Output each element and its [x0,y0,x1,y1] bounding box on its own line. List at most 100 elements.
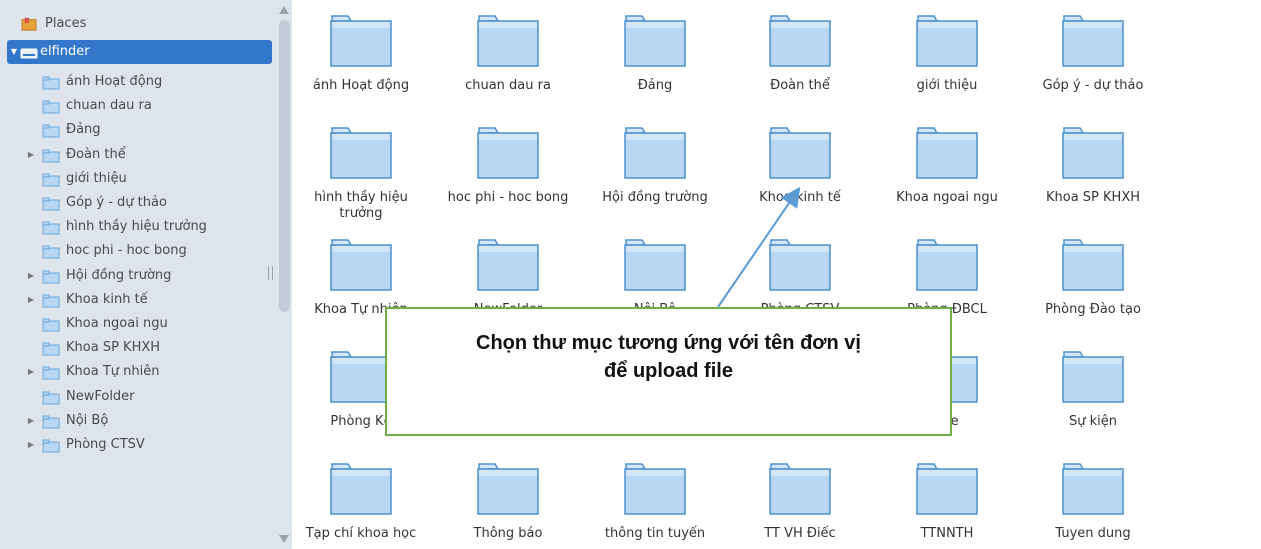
folder-item[interactable]: Tạp chí khoa học [291,463,431,542]
folder-name: hình thầy hiệu trưởng [314,190,408,221]
sidebar-item[interactable]: NewFolder [0,385,270,409]
folder-name: Khoa kinh tế [759,190,841,205]
sidebar-item[interactable]: chuan dau ra [0,94,270,118]
folder-item[interactable]: Khoa SP KHXH [1023,127,1163,206]
scrollbar-thumb[interactable] [279,20,290,312]
sidebar-item[interactable]: ▶ Hội đồng trường [0,264,270,288]
folder-icon [624,127,686,179]
folder-name: Tuyen dung [1055,526,1131,541]
folder-name: Hội đồng trường [602,190,708,205]
sidebar-item[interactable]: Khoa ngoai ngu [0,312,270,336]
folder-item[interactable]: thông tin tuyến [585,463,725,542]
folder-icon [42,438,60,453]
folder-icon [916,127,978,179]
sidebar-item-label: Góp ý - dự thảo [66,195,167,210]
drive-icon [20,48,38,59]
folder-item[interactable]: Góp ý - dự thảo [1023,15,1163,94]
sidebar-item-label: Khoa kinh tế [66,291,148,307]
collapsed-arrow-icon[interactable]: ▶ [26,288,36,312]
folder-icon [42,196,60,211]
folder-icon [624,239,686,291]
folder-item[interactable]: hình thầy hiệu trưởng [291,127,431,222]
folder-icon [330,15,392,67]
folder-icon [330,127,392,179]
folder-icon [42,414,60,429]
folder-icon [916,463,978,515]
file-grid: ánh Hoạt động chuan dau ra Đảng Đoàn thể giớ… [292,0,1261,549]
folder-item[interactable]: Thông báo [438,463,578,542]
sidebar-item[interactable]: ▶ Khoa Tự nhiên [0,360,270,384]
folder-icon [42,148,60,163]
folder-item[interactable]: hoc phi - hoc bong [438,127,578,206]
folder-name: chuan dau ra [465,78,551,93]
sidebar-places[interactable]: Places [12,12,272,36]
sidebar-item[interactable]: giới thiệu [0,167,270,191]
folder-icon [624,463,686,515]
folder-name: Góp ý - dự thảo [1042,78,1144,93]
sidebar-root-elfinder[interactable]: ▼ elfinder [7,40,272,64]
folder-item[interactable]: Khoa kinh tế [730,127,870,206]
sidebar-item[interactable]: ▶ Nội Bộ [0,409,270,433]
folder-icon [42,99,60,114]
folder-icon [624,15,686,67]
folder-icon [42,172,60,187]
collapsed-arrow-icon[interactable]: ▶ [26,143,36,167]
folder-icon [42,269,60,284]
folder-item[interactable]: Đoàn thể [730,15,870,94]
sidebar-item-label: Khoa ngoai ngu [66,316,168,331]
sidebar-item[interactable]: hình thầy hiệu trưởng [0,215,270,239]
collapsed-arrow-icon[interactable]: ▶ [26,360,36,384]
collapsed-arrow-icon[interactable]: ▶ [26,409,36,433]
sidebar-item[interactable]: ▶ Khoa kinh tế [0,288,270,312]
sidebar-item-label: hình thầy hiệu trưởng [66,219,207,235]
sidebar-item-label: NewFolder [66,388,135,404]
collapsed-arrow-icon[interactable]: ▶ [26,264,36,288]
sidebar-item-label: Đoàn thể [66,146,126,162]
sidebar-resize-handle[interactable] [268,266,273,280]
places-label: Places [45,16,87,31]
sidebar-scrollbar[interactable] [277,0,292,549]
sidebar-item[interactable]: ánh Hoạt động [0,70,270,94]
folder-item[interactable]: chuan dau ra [438,15,578,94]
scroll-down-arrow-icon[interactable] [279,535,289,543]
folder-name: TT VH Điếc [764,526,836,541]
folder-icon [1062,15,1124,67]
folder-icon [42,123,60,138]
sidebar-item-label: Phòng CTSV [66,437,145,452]
folder-item[interactable]: Khoa ngoai ngu [877,127,1017,206]
folder-icon [330,463,392,515]
folder-item[interactable]: giới thiệu [877,15,1017,94]
sidebar-item-label: Hội đồng trường [66,267,172,283]
collapsed-arrow-icon[interactable]: ▶ [26,433,36,457]
expanded-arrow-icon[interactable]: ▼ [9,40,19,64]
sidebar-item[interactable]: Góp ý - dự thảo [0,191,270,215]
sidebar-item[interactable]: ▶ Phòng CTSV [0,433,270,457]
folder-icon [916,15,978,67]
folder-item[interactable]: Đảng [585,15,725,94]
folder-name: Đoàn thể [770,78,830,93]
folder-icon [330,351,392,403]
scroll-up-arrow-icon[interactable] [279,6,289,14]
sidebar-item[interactable]: Khoa SP KHXH [0,336,270,360]
folder-item[interactable]: Phòng Đào tạo [1023,239,1163,318]
folder-icon [1062,127,1124,179]
sidebar-item[interactable]: ▶ Đoàn thể [0,143,270,167]
folder-icon [42,341,60,356]
folder-icon [42,75,60,90]
folder-icon [477,239,539,291]
folder-icon [330,239,392,291]
folder-item[interactable]: Tuyen dung [1023,463,1163,542]
folder-item[interactable]: ánh Hoạt động [291,15,431,94]
folder-name: Khoa ngoai ngu [896,190,998,205]
folder-item[interactable]: TTNNTH [877,463,1017,542]
folder-item[interactable]: Sự kiện [1023,351,1163,430]
sidebar-item[interactable]: hoc phi - hoc bong [0,239,270,263]
folder-name: Tạp chí khoa học [305,526,417,541]
sidebar-item[interactable]: Đảng [0,118,270,142]
folder-icon [769,239,831,291]
sidebar-item-label: chuan dau ra [66,98,152,114]
callout-line-1: Chọn thư mục tương ứng với tên đơn vị [476,332,861,354]
folder-item[interactable]: Hội đồng trường [585,127,725,206]
folder-item[interactable]: TT VH Điếc [730,463,870,542]
folder-icon [477,463,539,515]
